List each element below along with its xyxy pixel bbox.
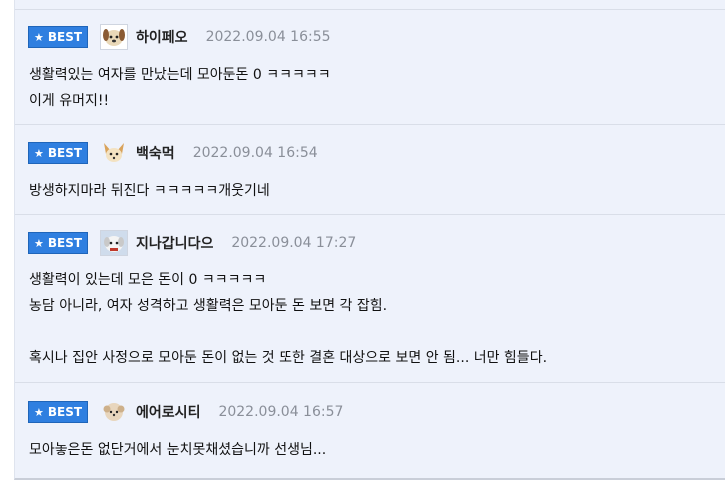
comment-text: 방생하지마라 뒤진다 ㅋㅋㅋㅋㅋ개웃기네	[29, 178, 270, 204]
comment-list: ★ BEST 하이페오 2022.09.04 16:55 생활력있는 여자를 만났…	[14, 0, 725, 480]
comment-line: 생활력있는 여자를 만났는데 모아둔돈 0 ㅋㅋㅋㅋㅋ	[29, 67, 331, 83]
nickname[interactable]: 하이페오	[136, 27, 188, 47]
comment-item: ★ BEST 지나갑니다으 2022.09.04 17:27 생활력이 있는데 모…	[15, 215, 725, 383]
comment-item: ★ BEST 에어로시티 2022.09.04 16:57 모아놓은돈 없단거에서…	[15, 383, 725, 478]
badge-label: BEST	[47, 146, 83, 160]
comment-header: ★ BEST 백숙먹 2022.09.04 16:54	[28, 140, 318, 166]
timestamp: 2022.09.04 17:27	[231, 235, 357, 251]
comment-line: 이게 유머지!!	[29, 93, 110, 109]
nickname[interactable]: 지나갑니다으	[136, 233, 213, 253]
comment-header: ★ BEST 에어로시티 2022.09.04 16:57	[28, 399, 343, 425]
comment-header: ★ BEST 하이페오 2022.09.04 16:55	[28, 24, 331, 50]
best-badge: ★ BEST	[28, 26, 89, 48]
chihuahua-icon[interactable]	[100, 140, 128, 166]
timestamp: 2022.09.04 16:57	[218, 404, 344, 420]
comment-line: 농담 아니라, 여자 성격하고 생활력은 모아둔 돈 보면 각 잡힘.	[29, 298, 388, 314]
comment-text: 모아놓은돈 없단거에서 눈치못채셨습니까 선생님...	[29, 437, 326, 463]
best-badge: ★ BEST	[28, 401, 89, 423]
star-icon: ★	[34, 146, 44, 160]
timestamp: 2022.09.04 16:54	[192, 145, 318, 161]
star-icon: ★	[34, 405, 44, 419]
small-dog-icon[interactable]	[100, 399, 128, 425]
nickname[interactable]: 백숙먹	[136, 143, 175, 163]
comment-text: 생활력이 있는데 모은 돈이 0 ㅋㅋㅋㅋㅋ 농담 아니라, 여자 성격하고 생활…	[29, 267, 547, 371]
comment-text: 생활력있는 여자를 만났는데 모아둔돈 0 ㅋㅋㅋㅋㅋ 이게 유머지!!	[29, 62, 331, 114]
comment-line: 생활력이 있는데 모은 돈이 0 ㅋㅋㅋㅋㅋ	[29, 272, 267, 288]
comment-header: ★ BEST 지나갑니다으 2022.09.04 17:27	[28, 230, 356, 256]
nickname[interactable]: 에어로시티	[136, 402, 200, 422]
comment-line: 방생하지마라 뒤진다 ㅋㅋㅋㅋㅋ개웃기네	[29, 183, 270, 199]
best-badge: ★ BEST	[28, 142, 89, 164]
comment-item: ★ BEST 백숙먹 2022.09.04 16:54 방생하지마라 뒤진다 ㅋㅋ…	[15, 125, 725, 215]
badge-label: BEST	[47, 236, 83, 250]
comment-line-blank	[29, 319, 547, 345]
star-icon: ★	[34, 30, 44, 44]
previous-comment-edge	[15, 0, 725, 10]
badge-label: BEST	[47, 30, 83, 44]
comment-item: ★ BEST 하이페오 2022.09.04 16:55 생활력있는 여자를 만났…	[15, 10, 725, 125]
badge-label: BEST	[47, 405, 83, 419]
comment-line: 혹시나 집안 사정으로 모아둔 돈이 없는 것 또한 결혼 대상으로 보면 안 …	[29, 350, 548, 366]
comment-line: 모아놓은돈 없단거에서 눈치못채셨습니까 선생님...	[29, 442, 327, 458]
fluffy-dog-icon[interactable]	[100, 230, 129, 256]
best-badge: ★ BEST	[28, 232, 89, 254]
puppy-face-icon[interactable]	[100, 24, 129, 50]
star-icon: ★	[34, 236, 44, 250]
timestamp: 2022.09.04 16:55	[205, 29, 331, 45]
